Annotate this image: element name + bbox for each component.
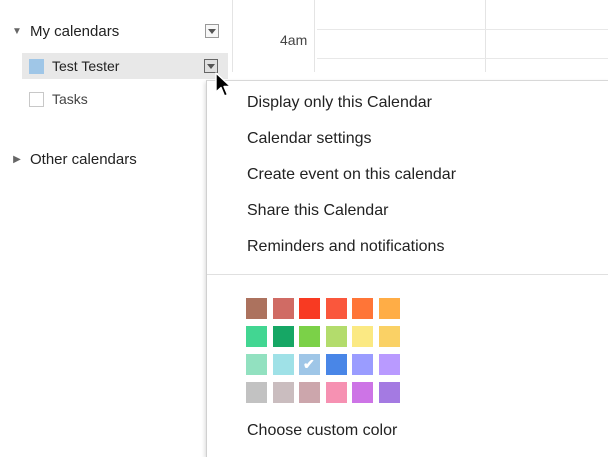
color-swatch[interactable] [325,354,347,375]
color-swatch[interactable] [325,326,347,347]
expand-down-icon: ▼ [12,25,22,37]
chevron-down-icon [207,63,215,69]
menu-divider [207,274,608,275]
color-swatch[interactable] [352,298,373,319]
check-icon: ✔ [303,356,315,372]
color-swatch[interactable] [325,382,347,403]
color-swatch[interactable] [325,298,347,319]
calendar-item-test-tester[interactable]: Test Tester [22,53,228,79]
calendar-item-label: Tasks [52,91,88,107]
color-swatch[interactable] [246,298,267,319]
color-swatch[interactable] [272,298,294,319]
my-calendars-label: My calendars [30,22,120,40]
color-swatch[interactable]: ✔ [299,354,320,375]
color-swatch[interactable] [378,298,400,319]
calendar-item-label: Test Tester [52,58,120,74]
color-row [246,382,405,403]
grid-line [232,0,233,72]
calendar-color-checkbox[interactable] [29,91,44,107]
sidebar: ▼ My calendars Test Tester Tasks ▶ Other… [0,0,232,456]
color-swatch[interactable] [352,354,373,375]
color-swatch[interactable] [299,298,320,319]
chevron-down-icon [208,28,216,34]
color-row: ✔ [246,354,405,375]
menu-item-display-only[interactable]: Display only this Calendar [247,92,432,114]
color-swatch[interactable] [272,382,294,403]
expand-right-icon: ▶ [13,153,21,165]
color-swatch[interactable] [246,326,267,347]
mouse-pointer-icon [215,72,232,97]
calendar-item-tasks[interactable]: Tasks [22,86,228,112]
time-label: 4am [280,32,308,48]
other-calendars-header[interactable]: ▶ Other calendars [10,148,137,170]
menu-item-calendar-settings[interactable]: Calendar settings [247,128,372,150]
color-palette: ✔ [246,298,405,410]
calendar-options-menu: Display only this Calendar Calendar sett… [206,80,608,457]
color-swatch[interactable] [352,382,373,403]
my-calendars-header[interactable]: ▼ My calendars [10,20,119,42]
color-swatch[interactable] [378,326,400,347]
menu-item-create-event[interactable]: Create event on this calendar [247,164,456,186]
color-swatch[interactable] [299,326,320,347]
color-row [246,298,405,319]
color-swatch[interactable] [378,382,400,403]
menu-item-share-calendar[interactable]: Share this Calendar [247,200,388,222]
color-swatch[interactable] [378,354,400,375]
color-swatch[interactable] [299,382,320,403]
grid-line [317,58,608,59]
color-swatch[interactable] [272,326,294,347]
color-row [246,326,405,347]
calendar-options-button[interactable] [204,59,218,73]
grid-line [485,0,486,72]
color-swatch[interactable] [272,354,294,375]
color-swatch[interactable] [246,382,267,403]
grid-line [314,0,315,72]
color-swatch[interactable] [246,354,267,375]
grid-line [317,29,608,30]
color-swatch[interactable] [352,326,373,347]
choose-custom-color-link[interactable]: Choose custom color [247,420,397,442]
calendar-color-checkbox[interactable] [29,58,44,74]
my-calendars-menu-button[interactable] [205,24,219,38]
other-calendars-label: Other calendars [30,150,137,168]
menu-item-reminders[interactable]: Reminders and notifications [247,236,444,258]
